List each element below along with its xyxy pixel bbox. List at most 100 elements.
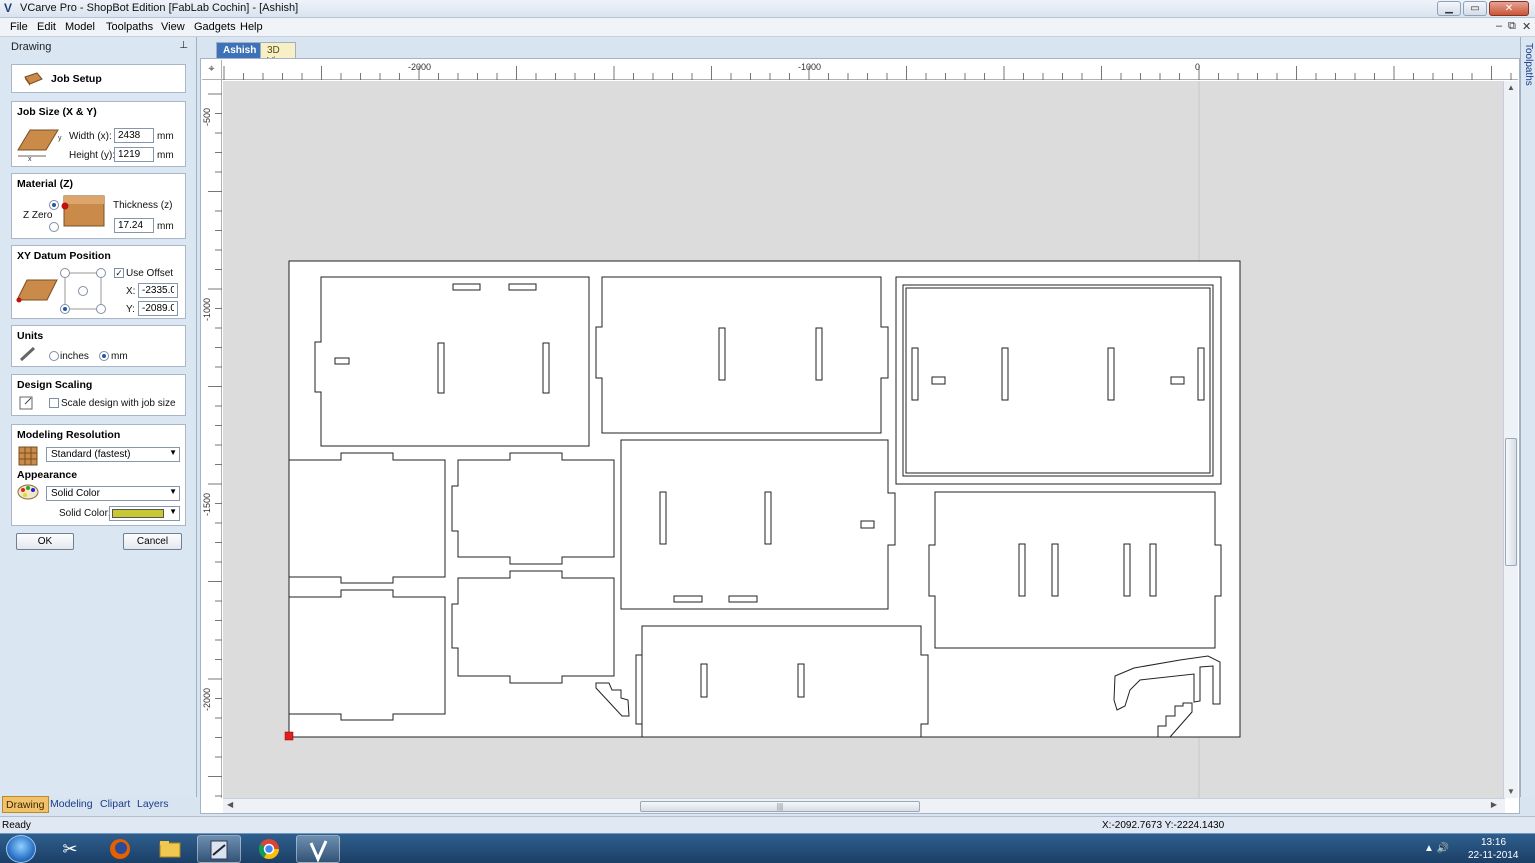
tab-modeling[interactable]: Modeling (47, 796, 96, 813)
mdi-minimize-button[interactable]: – (1496, 20, 1502, 32)
mm-radio[interactable] (99, 351, 109, 361)
clock-time: 13:16 (1481, 837, 1507, 848)
start-button[interactable] (6, 835, 36, 863)
origin-marker (284, 731, 294, 741)
chevron-down-icon: ▼ (169, 507, 177, 516)
datum-center-radio[interactable] (78, 286, 88, 296)
material-section: Material (Z) Z Zero Thickness (z) mm (11, 173, 186, 239)
height-input[interactable] (114, 147, 154, 162)
scroll-right-icon[interactable]: ▶ (1491, 800, 1497, 809)
menu-gadgets[interactable]: Gadgets (194, 21, 236, 33)
resolution-value: Standard (fastest) (51, 449, 131, 460)
job-size-icon: x y (17, 129, 62, 162)
inches-radio[interactable] (49, 351, 59, 361)
datum-top-right-radio[interactable] (96, 268, 106, 278)
cursor-coordinates: X:-2092.7673 Y:-2224.1430 (1102, 820, 1225, 831)
scaling-section: Design Scaling Scale design with job siz… (11, 374, 186, 416)
cancel-button[interactable]: Cancel (123, 533, 182, 550)
ok-button[interactable]: OK (16, 533, 74, 550)
snipping-tool-icon[interactable]: ✂ (48, 835, 92, 863)
mdi-restore-button[interactable]: ⧉ (1508, 20, 1516, 33)
units-section: Units inches mm (11, 325, 186, 367)
minimize-button[interactable]: ▁ (1437, 1, 1461, 16)
tab-drawing[interactable]: Drawing (2, 796, 49, 813)
toolpaths-side-tab[interactable]: Toolpaths (1520, 37, 1535, 797)
maximize-button[interactable]: ▭ (1463, 1, 1487, 16)
thickness-unit: mm (157, 221, 174, 232)
menu-help[interactable]: Help (240, 21, 263, 33)
tab-clipart[interactable]: Clipart (97, 796, 133, 813)
ruler-icon (19, 346, 36, 362)
vertical-ruler: -500 -1000 -1500 -2000 (202, 80, 222, 798)
windows-taskbar: ✂ ▲ 🔊 13:16 22-11-2014 (0, 833, 1535, 863)
tab-3d-view[interactable]: 3D View (260, 42, 296, 67)
job-setup-icon (24, 72, 43, 86)
vertical-scrollbar[interactable]: ▲ ▼ (1503, 81, 1518, 798)
status-text: Ready (2, 820, 31, 831)
use-offset-label: Use Offset (126, 268, 174, 279)
horizontal-scrollbar[interactable]: ◀ ||| ▶ (223, 798, 1505, 813)
chevron-down-icon: ▼ (169, 487, 177, 496)
datum-y-input[interactable] (138, 301, 178, 316)
ruler-label-v2: -1000 (202, 298, 212, 322)
vcarve-job-icon[interactable] (197, 835, 241, 863)
panel-tabs: Drawing Modeling Clipart Layers (0, 796, 200, 814)
scroll-left-icon[interactable]: ◀ (227, 800, 233, 809)
width-label: Width (x): (69, 131, 112, 142)
vertical-scroll-thumb[interactable] (1505, 438, 1517, 566)
chrome-icon[interactable] (247, 835, 291, 863)
datum-top-left-radio[interactable] (60, 268, 70, 278)
zzero-top-radio[interactable] (49, 200, 59, 210)
height-unit: mm (157, 150, 174, 161)
firefox-icon[interactable] (98, 835, 142, 863)
tab-layers[interactable]: Layers (134, 796, 172, 813)
scroll-down-icon[interactable]: ▼ (1507, 787, 1515, 796)
ruler-origin-icon[interactable]: ⌖ (202, 60, 222, 80)
menu-model[interactable]: Model (65, 21, 95, 33)
solid-color-picker[interactable]: ▼ (109, 506, 180, 521)
datum-bottom-left-radio[interactable] (60, 304, 70, 314)
tab-ashish[interactable]: Ashish (216, 42, 264, 58)
file-explorer-icon[interactable] (148, 835, 192, 863)
job-sheet-drawing (284, 81, 1241, 798)
menu-edit[interactable]: Edit (37, 21, 56, 33)
height-label: Height (y): (69, 150, 116, 161)
menu-toolpaths[interactable]: Toolpaths (106, 21, 153, 33)
job-size-section: Job Size (X & Y) x y Width (x): mm Heigh… (11, 101, 186, 167)
appearance-select[interactable]: Solid Color ▼ (46, 486, 180, 501)
thickness-input[interactable] (114, 218, 154, 233)
resolution-select[interactable]: Standard (fastest) ▼ (46, 447, 180, 462)
width-unit: mm (157, 131, 174, 142)
svg-text:y: y (58, 135, 62, 142)
horizontal-scroll-thumb[interactable]: ||| (640, 801, 920, 812)
job-size-title: Job Size (X & Y) (17, 106, 97, 118)
thickness-label: Thickness (z) (113, 200, 173, 211)
use-offset-checkbox[interactable]: ✓ (114, 268, 124, 278)
datum-bottom-right-radio[interactable] (96, 304, 106, 314)
tray-icons[interactable]: ▲ 🔊 (1424, 843, 1449, 854)
horizontal-ruler: -2000 -1000 0 (222, 60, 1518, 80)
pin-icon[interactable]: ⊥ (179, 40, 188, 51)
width-input[interactable] (114, 128, 154, 143)
vcarve-app-taskbar-icon[interactable] (296, 835, 340, 863)
vcarve-app-icon: V (4, 1, 13, 15)
zzero-bottom-radio[interactable] (49, 222, 59, 232)
ruler-label-v4: -2000 (202, 688, 212, 712)
scaling-title: Design Scaling (17, 379, 93, 391)
drawing-panel: Drawing ⊥ Job Setup Job Size (X & Y) x y… (0, 37, 197, 797)
drawing-canvas[interactable] (223, 81, 1505, 798)
close-button[interactable]: ✕ (1489, 1, 1529, 16)
resolution-grid-icon (18, 446, 38, 466)
mdi-close-button[interactable]: ✕ (1522, 20, 1531, 33)
chevron-down-icon: ▼ (169, 448, 177, 457)
menu-view[interactable]: View (161, 21, 185, 33)
scale-design-checkbox[interactable] (49, 398, 59, 408)
status-bar: Ready X:-2092.7673 Y:-2224.1430 (0, 816, 1535, 833)
appearance-title: Appearance (17, 469, 78, 481)
ruler-label-h1: -2000 (408, 62, 432, 72)
menu-file[interactable]: File (10, 21, 28, 33)
scroll-up-icon[interactable]: ▲ (1507, 83, 1515, 92)
datum-x-label: X: (126, 286, 136, 297)
units-title: Units (17, 330, 44, 342)
datum-x-input[interactable] (138, 283, 178, 298)
